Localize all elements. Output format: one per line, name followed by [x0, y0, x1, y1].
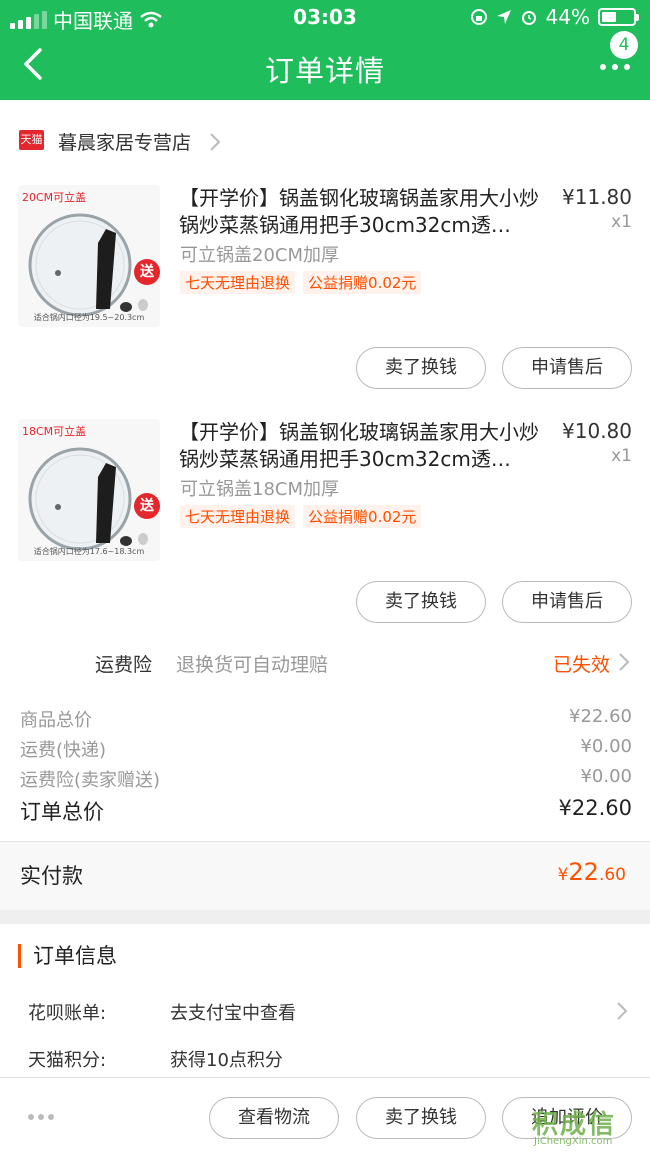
paid-amount-row: 实付款 ¥22.60	[0, 842, 650, 910]
message-count-badge: 4	[610, 31, 638, 59]
shipping-insurance-row[interactable]: 运费险 退换货可自动理赔 已失效	[0, 638, 650, 686]
item-price: ¥10.80	[562, 419, 632, 443]
battery-percent: 44%	[545, 5, 590, 29]
fee-row: 商品总价 ¥22.60	[20, 706, 632, 732]
resell-button[interactable]: 卖了换钱	[356, 581, 486, 623]
item-sku: 可立锅盖18CM加厚	[180, 479, 340, 500]
gift-badge: 送	[134, 259, 160, 285]
resell-button[interactable]: 卖了换钱	[356, 1097, 486, 1139]
after-sales-button[interactable]: 申请售后	[502, 581, 632, 623]
order-item[interactable]: 20CM可立盖 送 适合锅内口径为19.5~20.3cm 【开学价】锅盖钢化玻璃…	[0, 185, 650, 405]
fee-label: 运费(快递)	[20, 740, 107, 761]
tag-charity: 公益捐赠0.02元	[303, 271, 422, 294]
fee-label: 商品总价	[20, 710, 92, 731]
location-icon	[496, 10, 511, 24]
item-title[interactable]: 【开学价】锅盖钢化玻璃锅盖家用大小炒锅炒菜蒸锅通用把手30cm32cm透…	[179, 419, 541, 473]
pot-lid-image	[28, 213, 148, 317]
battery-icon	[598, 8, 639, 26]
item-title[interactable]: 【开学价】锅盖钢化玻璃锅盖家用大小炒锅炒菜蒸锅通用把手30cm32cm透…	[179, 185, 541, 239]
info-label: 天猫积分:	[28, 1050, 107, 1071]
section-separator	[0, 910, 650, 924]
tag-charity: 公益捐赠0.02元	[303, 505, 422, 528]
order-item[interactable]: 18CM可立盖 送 适合锅内口径为17.6~18.3cm 【开学价】锅盖钢化玻璃…	[0, 419, 650, 639]
page-title: 订单详情	[264, 54, 385, 88]
order-total-value: ¥22.60	[558, 796, 632, 820]
resell-button[interactable]: 卖了换钱	[356, 347, 486, 389]
rotation-lock-icon	[470, 9, 487, 25]
chevron-right-icon	[617, 1002, 628, 1020]
item-quantity: x1	[611, 446, 632, 466]
paid-amount: ¥22.60	[557, 858, 626, 886]
info-row-huabei[interactable]: 花呗账单: 去支付宝中查看	[28, 999, 632, 1025]
paid-label: 实付款	[20, 864, 83, 888]
fee-label: 运费险(卖家赠送)	[20, 770, 161, 791]
more-actions-icon[interactable]	[28, 1114, 54, 1120]
order-info-title: 订单信息	[18, 944, 117, 968]
tag-return-policy: 七天无理由退换	[180, 271, 296, 294]
alarm-icon	[521, 11, 536, 25]
product-image[interactable]: 18CM可立盖 送 适合锅内口径为17.6~18.3cm	[18, 419, 160, 561]
status-bar: 中国联通 03:03 44%	[0, 0, 650, 34]
info-value: 去支付宝中查看	[170, 1003, 296, 1024]
fee-value: ¥22.60	[569, 706, 632, 727]
shop-name: 暮晨家居专营店	[58, 132, 192, 154]
info-row-points: 天猫积分: 获得10点积分	[28, 1046, 632, 1072]
order-total-label: 订单总价	[20, 800, 104, 824]
view-logistics-button[interactable]: 查看物流	[209, 1097, 339, 1139]
item-price: ¥11.80	[562, 185, 632, 209]
gift-badge: 送	[134, 493, 160, 519]
header: 中国联通 03:03 44% 订单详情 4	[0, 0, 650, 100]
insurance-status: 已失效	[552, 654, 610, 676]
order-total-row: 订单总价 ¥22.60	[20, 796, 632, 826]
fee-row: 运费险(卖家赠送) ¥0.00	[20, 766, 632, 792]
fee-value: ¥0.00	[580, 736, 632, 757]
item-quantity: x1	[611, 212, 632, 232]
tmall-logo-icon: 天猫	[19, 130, 44, 150]
item-sku: 可立锅盖20CM加厚	[180, 245, 340, 266]
chevron-right-icon	[210, 133, 221, 151]
insurance-desc: 退换货可自动理赔	[176, 654, 329, 676]
shop-row[interactable]: 天猫 暮晨家居专营店	[0, 116, 650, 166]
fee-row: 运费(快递) ¥0.00	[20, 736, 632, 762]
site-watermark: 积成信 JiChengXin.com	[532, 1110, 617, 1147]
chevron-right-icon	[619, 653, 630, 671]
after-sales-button[interactable]: 申请售后	[502, 347, 632, 389]
product-image[interactable]: 20CM可立盖 送 适合锅内口径为19.5~20.3cm	[18, 185, 160, 327]
insurance-label: 运费险	[95, 654, 153, 676]
pot-lid-image	[28, 447, 148, 551]
fee-value: ¥0.00	[580, 766, 632, 787]
tag-return-policy: 七天无理由退换	[180, 505, 296, 528]
info-label: 花呗账单:	[28, 1003, 107, 1024]
info-value: 获得10点积分	[170, 1050, 283, 1071]
